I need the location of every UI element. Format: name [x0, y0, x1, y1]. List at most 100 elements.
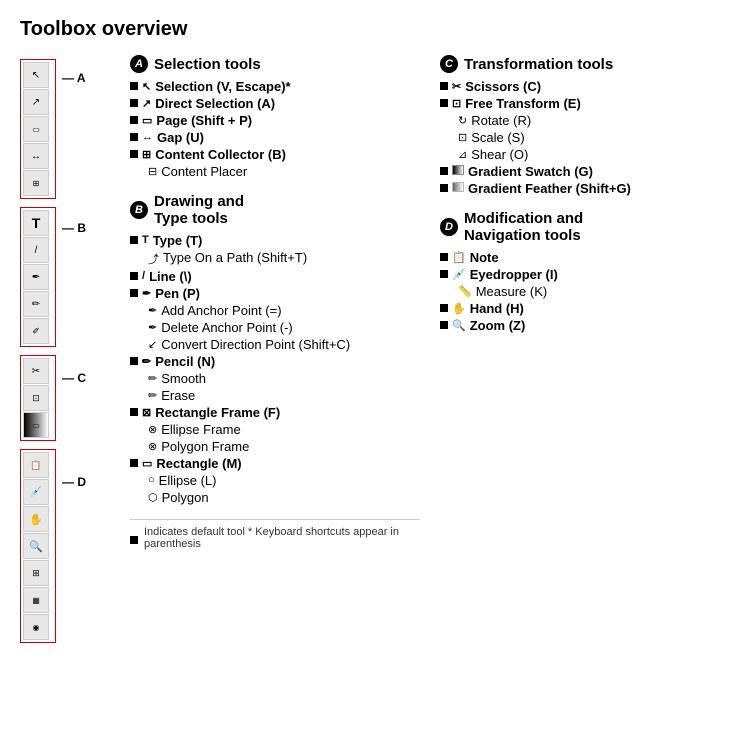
tool-item-convert-direction: ↙ Convert Direction Point (Shift+C) — [130, 337, 420, 352]
col-left: A Selection tools ↖ Selection (V, Escape… — [130, 55, 420, 647]
tool-item-content-collector: ⊞ Content Collector (B) — [130, 147, 420, 162]
default-indicator — [130, 99, 138, 107]
default-indicator — [130, 459, 138, 467]
tool-eyedropper[interactable]: 💉 — [23, 479, 49, 505]
zoom-icon: 🔍 — [452, 319, 466, 332]
tool-direct-select[interactable]: ↗ — [23, 89, 49, 115]
footnote-square — [130, 536, 138, 544]
tool-item-pen: ✒ Pen (P) — [130, 286, 420, 301]
section-modification: D Modification andNavigation tools 📋 Not… — [440, 210, 730, 333]
default-indicator — [130, 150, 138, 158]
label-B: — B — [62, 221, 86, 235]
transformation-tool-list: ✂ Scissors (C) ⊡ Free Transform (E) ↻ Ro… — [440, 79, 730, 196]
tool-gap[interactable]: ↔ — [23, 143, 49, 169]
label-D: — D — [62, 475, 86, 489]
default-indicator — [440, 184, 448, 192]
tool-item-content-placer: ⊟ Content Placer — [130, 164, 420, 179]
default-indicator — [130, 133, 138, 141]
tool-item-direct-selection: ↗ Direct Selection (A) — [130, 96, 420, 111]
tool-group-D: 📋 💉 ✋ 🔍 ⊞ ▦ ◉ — [20, 449, 56, 643]
tool-page[interactable]: ▭ — [23, 116, 49, 142]
tool-item-ellipse: ○ Ellipse (L) — [130, 473, 420, 488]
tool-pen[interactable]: ✒ — [23, 264, 49, 290]
tool-item-eyedropper: 💉 Eyedropper (I) — [440, 267, 730, 282]
tool-scissors[interactable]: ✂ — [23, 358, 49, 384]
tool-item-type-on-path: ⤴ Type On a Path (Shift+T) — [130, 250, 420, 267]
tool-hand[interactable]: ✋ — [23, 506, 49, 532]
tool-type[interactable]: T — [23, 210, 49, 236]
tool-line[interactable]: / — [23, 237, 49, 263]
tool-eraser[interactable]: ✐ — [23, 318, 49, 344]
tool-chart[interactable]: ⊞ — [23, 170, 49, 196]
tool-group-B: T / ✒ ✏ ✐ — [20, 207, 56, 347]
tool-item-delete-anchor: ✒ Delete Anchor Point (-) — [130, 320, 420, 335]
tool-item-pencil: ✏ Pencil (N) — [130, 354, 420, 369]
tool-item-hand: ✋ Hand (H) — [440, 301, 730, 316]
tool-zoom[interactable]: 🔍 — [23, 533, 49, 559]
tool-item-free-transform: ⊡ Free Transform (E) — [440, 96, 730, 111]
tool-group-C: ✂ ⊡ ▭ — [20, 355, 56, 441]
pen-icon: ✒ — [142, 287, 151, 300]
tool-item-gradient-swatch: Gradient Swatch (G) — [440, 164, 730, 179]
tool-extra3[interactable]: ◉ — [23, 614, 49, 640]
content-area: A Selection tools ↖ Selection (V, Escape… — [120, 55, 730, 647]
page-title: Toolbox overview — [20, 18, 730, 41]
ellipse-icon: ○ — [148, 474, 155, 486]
section-modification-title: D Modification andNavigation tools — [440, 210, 730, 244]
main-layout: ↖ ↗ ▭ ↔ ⊞ — A T / ✒ ✏ ✐ — B — [20, 55, 730, 647]
tool-item-rotate: ↻ Rotate (R) — [440, 113, 730, 128]
tool-item-shear: ⊿ Shear (O) — [440, 147, 730, 162]
default-indicator — [440, 99, 448, 107]
type-path-icon: ⤴ — [148, 251, 159, 267]
hand-icon: ✋ — [452, 302, 466, 315]
default-indicator — [440, 82, 448, 90]
tool-item-measure: 📏 Measure (K) — [440, 284, 730, 299]
modification-tool-list: 📋 Note 💉 Eyedropper (I) 📏 Measure (K) — [440, 250, 730, 333]
shear-icon: ⊿ — [458, 148, 467, 161]
default-indicator — [440, 304, 448, 312]
line-icon: / — [142, 270, 145, 282]
default-indicator — [130, 357, 138, 365]
tool-free-transform[interactable]: ⊡ — [23, 385, 49, 411]
scale-icon: ⊡ — [458, 131, 467, 144]
badge-C: C — [440, 55, 458, 73]
tool-extra1[interactable]: ⊞ — [23, 560, 49, 586]
type-icon: T — [142, 234, 149, 246]
tool-item-selection: ↖ Selection (V, Escape)* — [130, 79, 420, 94]
default-indicator — [130, 116, 138, 124]
default-indicator — [130, 272, 138, 280]
note-icon: 📋 — [452, 251, 466, 264]
tool-gradient[interactable]: ▭ — [23, 412, 49, 438]
default-indicator — [130, 82, 138, 90]
tool-group-A: ↖ ↗ ▭ ↔ ⊞ — [20, 59, 56, 199]
add-anchor-icon: ✒ — [148, 304, 157, 317]
toolbox-sidebar: ↖ ↗ ▭ ↔ ⊞ — A T / ✒ ✏ ✐ — B — [20, 55, 120, 647]
tool-note[interactable]: 📋 — [23, 452, 49, 478]
label-C: — C — [62, 371, 86, 385]
default-indicator — [440, 167, 448, 175]
tool-select[interactable]: ↖ — [23, 62, 49, 88]
tool-item-zoom: 🔍 Zoom (Z) — [440, 318, 730, 333]
badge-A: A — [130, 55, 148, 73]
page-container: Toolbox overview ↖ ↗ ▭ ↔ ⊞ — A T / — [0, 0, 750, 739]
eyedropper-icon: 💉 — [452, 268, 466, 281]
collector-icon: ⊞ — [142, 148, 151, 161]
label-A: — A — [62, 71, 86, 85]
erase-icon: ✏ — [148, 389, 157, 402]
default-indicator — [440, 253, 448, 261]
tool-item-line: / Line (\) — [130, 269, 420, 284]
tool-pencil[interactable]: ✏ — [23, 291, 49, 317]
selection-icon: ↖ — [142, 80, 151, 93]
section-transformation: C Transformation tools ✂ Scissors (C) ⊡ — [440, 55, 730, 196]
section-transformation-title: C Transformation tools — [440, 55, 730, 73]
tool-item-gradient-feather: Gradient Feather (Shift+G) — [440, 181, 730, 196]
default-indicator — [440, 270, 448, 278]
tool-extra2[interactable]: ▦ — [23, 587, 49, 613]
tool-item-scale: ⊡ Scale (S) — [440, 130, 730, 145]
del-anchor-icon: ✒ — [148, 321, 157, 334]
badge-D: D — [440, 218, 458, 236]
scissors-icon: ✂ — [452, 80, 461, 93]
pencil-icon: ✏ — [142, 355, 151, 368]
tool-item-rect-frame: ⊠ Rectangle Frame (F) — [130, 405, 420, 420]
smooth-icon: ✏ — [148, 372, 157, 385]
